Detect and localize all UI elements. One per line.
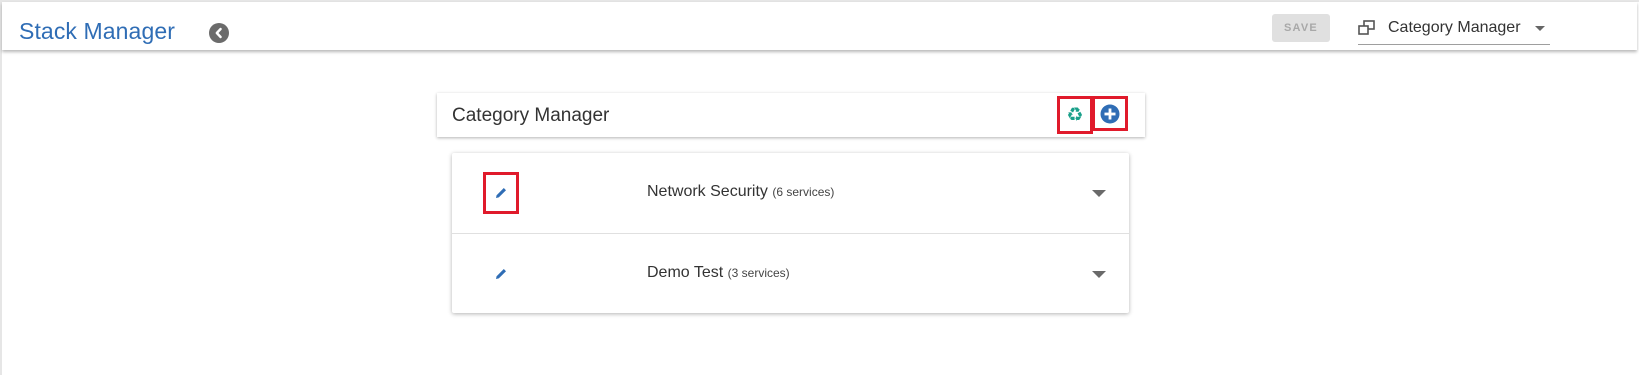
panel-title: Category Manager bbox=[452, 105, 610, 126]
recycle-button[interactable]: ♻ bbox=[1057, 96, 1093, 134]
category-name: Network Security bbox=[647, 183, 768, 200]
category-label: Demo Test (3 services) bbox=[647, 264, 790, 282]
windows-icon bbox=[1358, 20, 1375, 35]
view-selector-dropdown[interactable]: Category Manager bbox=[1358, 14, 1550, 45]
list-item[interactable]: Network Security (6 services) bbox=[452, 153, 1129, 234]
edit-category-button[interactable] bbox=[483, 172, 519, 214]
back-button[interactable] bbox=[209, 23, 229, 43]
service-count: (6 services) bbox=[772, 185, 835, 199]
service-count: (3 services) bbox=[727, 266, 790, 280]
expand-icon[interactable] bbox=[1092, 271, 1106, 278]
edit-category-button[interactable] bbox=[483, 253, 519, 295]
category-name: Demo Test bbox=[647, 264, 724, 281]
expand-icon[interactable] bbox=[1092, 190, 1106, 197]
chevron-left-icon bbox=[215, 27, 222, 39]
recycle-icon: ♻ bbox=[1066, 104, 1084, 126]
pencil-icon bbox=[496, 269, 506, 279]
app-title: Stack Manager bbox=[19, 18, 175, 44]
category-label: Network Security (6 services) bbox=[647, 183, 834, 201]
pencil-icon bbox=[496, 188, 506, 198]
app-bar: Stack Manager SAVE Category Manager bbox=[2, 2, 1637, 50]
category-list: Network Security (6 services) Demo Test … bbox=[452, 153, 1129, 313]
category-manager-header: Category Manager ♻ bbox=[437, 93, 1145, 137]
list-item[interactable]: Demo Test (3 services) bbox=[452, 234, 1129, 314]
chevron-down-icon bbox=[1535, 26, 1545, 31]
view-selector-value: Category Manager bbox=[1388, 19, 1521, 36]
add-category-button[interactable] bbox=[1092, 96, 1128, 131]
save-button[interactable]: SAVE bbox=[1272, 14, 1330, 42]
plus-circle-icon bbox=[1100, 104, 1120, 123]
